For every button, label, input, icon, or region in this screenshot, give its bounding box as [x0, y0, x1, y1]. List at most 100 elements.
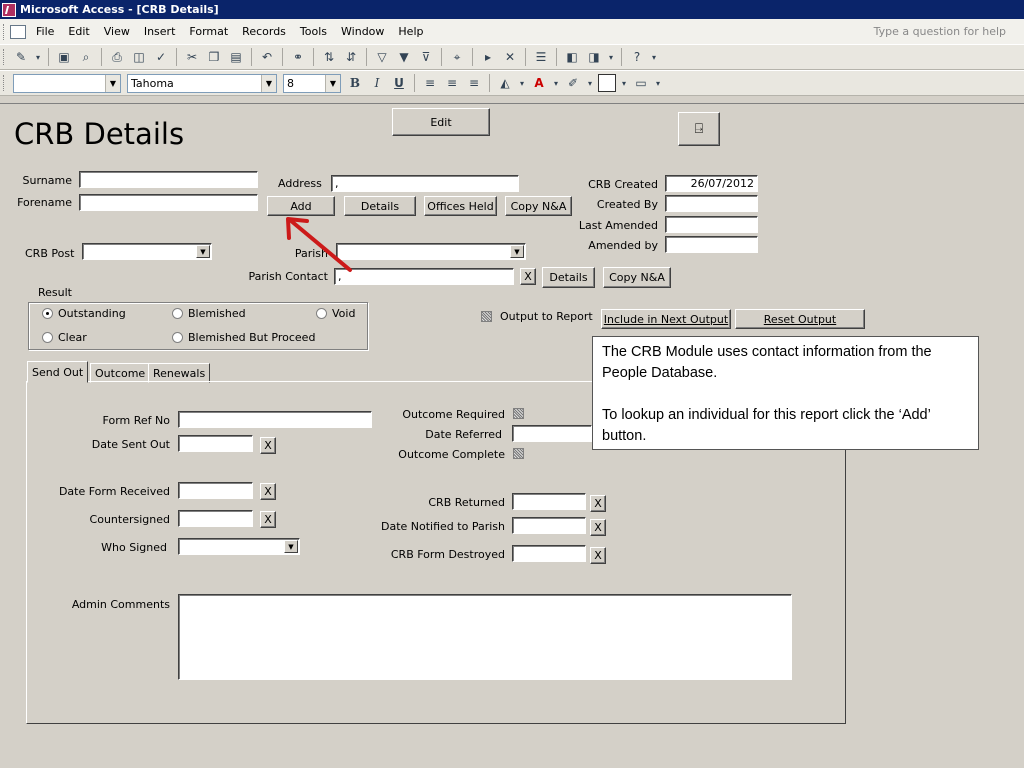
properties-icon[interactable]: ☰ — [532, 48, 550, 66]
database-window-icon[interactable]: ◧ — [563, 48, 581, 66]
amended-by-input[interactable] — [665, 236, 758, 253]
undo-icon[interactable]: ↶ — [258, 48, 276, 66]
date-sent-clear-button[interactable]: X — [260, 437, 276, 454]
line-color-dropdown-icon[interactable]: ▾ — [586, 74, 594, 92]
help-question-input[interactable]: Type a question for help — [874, 25, 1006, 38]
date-notified-clear-button[interactable]: X — [590, 519, 606, 536]
menu-insert[interactable]: Insert — [137, 25, 183, 38]
special-effect-dropdown-icon[interactable]: ▾ — [654, 74, 662, 92]
date-form-received-clear-button[interactable]: X — [260, 483, 276, 500]
crb-post-select[interactable]: ▼ — [82, 243, 212, 260]
chevron-down-icon[interactable]: ▼ — [284, 540, 298, 553]
paste-icon[interactable]: ▤ — [227, 48, 245, 66]
menu-grip-icon[interactable] — [3, 23, 7, 40]
border-icon[interactable] — [598, 74, 616, 92]
edit-button[interactable]: Edit — [392, 108, 490, 136]
countersigned-input[interactable] — [178, 510, 253, 527]
border-dropdown-icon[interactable]: ▾ — [620, 74, 628, 92]
print-preview-icon[interactable]: ◫ — [130, 48, 148, 66]
align-left-icon[interactable]: ≡ — [421, 74, 439, 92]
bold-button[interactable]: B — [346, 74, 364, 92]
chevron-down-icon[interactable]: ▼ — [325, 74, 340, 92]
italic-button[interactable]: I — [368, 74, 386, 92]
help-icon[interactable]: ? — [628, 48, 646, 66]
date-referred-input[interactable] — [512, 425, 592, 442]
tab-send-out[interactable]: Send Out — [27, 361, 89, 383]
result-blemished-radio[interactable]: Blemished — [172, 307, 246, 320]
find-icon[interactable]: ⌖ — [448, 48, 466, 66]
menu-tools[interactable]: Tools — [293, 25, 334, 38]
menu-format[interactable]: Format — [182, 25, 235, 38]
line-color-icon[interactable]: ✐ — [564, 74, 582, 92]
special-effect-icon[interactable]: ▭ — [632, 74, 650, 92]
who-signed-select[interactable]: ▼ — [178, 538, 300, 555]
chevron-down-icon[interactable]: ▼ — [196, 245, 210, 258]
menu-file[interactable]: File — [29, 25, 61, 38]
exit-button[interactable]: ⍈ — [678, 112, 720, 146]
hyperlink-icon[interactable]: ⚭ — [289, 48, 307, 66]
toolbar-options-icon[interactable]: ▾ — [650, 48, 658, 66]
font-name-select[interactable]: Tahoma ▼ — [127, 73, 277, 93]
filter-by-selection-icon[interactable]: ▽ — [373, 48, 391, 66]
result-clear-radio[interactable]: Clear — [42, 331, 87, 344]
copy-na-button[interactable]: Copy N&A — [505, 196, 572, 216]
fill-color-icon[interactable]: ◭ — [496, 74, 514, 92]
outcome-complete-checkbox[interactable] — [513, 448, 524, 459]
parish-details-button[interactable]: Details — [542, 267, 595, 288]
menu-window[interactable]: Window — [334, 25, 391, 38]
spelling-icon[interactable]: ✓ — [152, 48, 170, 66]
save-icon[interactable]: ▣ — [55, 48, 73, 66]
design-view-icon[interactable]: ✎ — [12, 48, 30, 66]
tab-outcome[interactable]: Outcome — [90, 363, 151, 383]
object-selector[interactable]: ▼ — [13, 73, 121, 93]
format-grip-icon[interactable] — [3, 75, 7, 91]
include-next-output-button[interactable]: Include in Next Output — [601, 309, 731, 329]
surname-input[interactable] — [79, 171, 258, 188]
crb-created-input[interactable]: 26/07/2012 — [665, 175, 758, 192]
new-object-icon[interactable]: ◨ — [585, 48, 603, 66]
toolbar-grip-icon[interactable] — [3, 49, 7, 65]
address-input[interactable]: , — [331, 175, 519, 192]
form-doc-icon[interactable] — [10, 24, 26, 39]
align-center-icon[interactable]: ≡ — [443, 74, 461, 92]
parish-contact-clear-button[interactable]: X — [520, 268, 536, 285]
date-notified-input[interactable] — [512, 517, 586, 534]
parish-copy-na-button[interactable]: Copy N&A — [603, 267, 671, 288]
output-to-report-checkbox[interactable] — [481, 311, 492, 322]
menu-records[interactable]: Records — [235, 25, 293, 38]
created-by-input[interactable] — [665, 195, 758, 212]
admin-comments-textarea[interactable] — [178, 594, 792, 680]
menu-edit[interactable]: Edit — [61, 25, 96, 38]
reset-output-button[interactable]: Reset Output — [735, 309, 865, 329]
filter-by-form-icon[interactable]: ▼ — [395, 48, 413, 66]
tab-renewals[interactable]: Renewals — [148, 363, 211, 383]
new-record-icon[interactable]: ▸ — [479, 48, 497, 66]
menu-view[interactable]: View — [97, 25, 137, 38]
date-form-received-input[interactable] — [178, 482, 253, 499]
print-icon[interactable]: ⎙ — [108, 48, 126, 66]
chevron-down-icon[interactable]: ▼ — [261, 74, 276, 92]
search-icon[interactable]: ⌕ — [77, 48, 95, 66]
font-size-select[interactable]: 8 ▼ — [283, 73, 341, 93]
view-dropdown-icon[interactable]: ▾ — [34, 48, 42, 66]
font-color-dropdown-icon[interactable]: ▾ — [552, 74, 560, 92]
countersigned-clear-button[interactable]: X — [260, 511, 276, 528]
result-outstanding-radio[interactable]: Outstanding — [42, 307, 126, 320]
crb-returned-input[interactable] — [512, 493, 586, 510]
result-blemished-proceed-radio[interactable]: Blemished But Proceed — [172, 331, 315, 344]
menu-help[interactable]: Help — [391, 25, 430, 38]
offices-held-button[interactable]: Offices Held — [424, 196, 497, 216]
chevron-down-icon[interactable]: ▼ — [105, 74, 120, 92]
result-void-radio[interactable]: Void — [316, 307, 355, 320]
delete-record-icon[interactable]: ✕ — [501, 48, 519, 66]
sort-ascending-icon[interactable]: ⇅ — [320, 48, 338, 66]
forename-input[interactable] — [79, 194, 258, 211]
form-ref-input[interactable] — [178, 411, 372, 428]
last-amended-input[interactable] — [665, 216, 758, 233]
crb-returned-clear-button[interactable]: X — [590, 495, 606, 512]
fill-color-dropdown-icon[interactable]: ▾ — [518, 74, 526, 92]
underline-button[interactable]: U — [390, 74, 408, 92]
access-app-icon[interactable] — [2, 2, 16, 17]
new-object-dropdown-icon[interactable]: ▾ — [607, 48, 615, 66]
copy-icon[interactable]: ❐ — [205, 48, 223, 66]
